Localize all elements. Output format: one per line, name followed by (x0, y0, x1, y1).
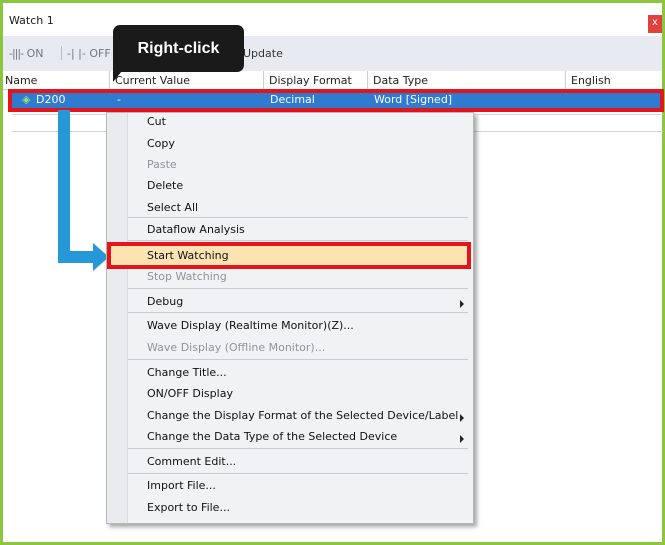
menu-item-onoff-display[interactable]: ON/OFF Display (147, 387, 233, 400)
menu-item-wave-offline[interactable]: Wave Display (Offline Monitor)... (147, 341, 325, 354)
column-divider (367, 71, 368, 89)
force-off-label: OFF (89, 47, 111, 60)
update-button[interactable]: Update (243, 47, 283, 60)
submenu-arrow-icon (460, 414, 464, 422)
watch-table-header: Name Current Value Display Format Data T… (3, 71, 662, 90)
menu-item-export-file[interactable]: Export to File... (147, 501, 230, 514)
menu-item-delete[interactable]: Delete (147, 179, 183, 192)
menu-items: Cut Copy Paste Delete Select All Dataflo… (106, 112, 472, 522)
column-english[interactable]: English (571, 74, 611, 87)
menu-item-wave-realtime[interactable]: Wave Display (Realtime Monitor)(Z)... (147, 319, 354, 332)
menu-item-paste[interactable]: Paste (147, 158, 177, 171)
menu-item-comment-edit[interactable]: Comment Edit... (147, 455, 236, 468)
toolbar: -|||- ON -| |- OFF Update (3, 36, 662, 72)
close-icon[interactable]: x (648, 15, 662, 33)
column-divider (263, 71, 264, 89)
contact-on-icon: -|||- (9, 47, 24, 60)
menu-item-cut[interactable]: Cut (147, 115, 166, 128)
force-on-label: ON (26, 47, 44, 60)
submenu-arrow-icon (460, 435, 464, 443)
column-display-format[interactable]: Display Format (269, 74, 352, 87)
arrow-shaft-horizontal (58, 251, 96, 263)
menu-separator (128, 359, 468, 360)
menu-item-select-all[interactable]: Select All (147, 201, 198, 214)
menu-separator (128, 288, 468, 289)
arrow-shaft-vertical (58, 110, 70, 260)
menu-separator (128, 240, 468, 241)
right-click-callout: Right-click (113, 25, 244, 72)
menu-item-copy[interactable]: Copy (147, 137, 175, 150)
menu-item-stop-watching[interactable]: Stop Watching (147, 270, 227, 283)
menu-item-change-title[interactable]: Change Title... (147, 366, 227, 379)
submenu-arrow-icon (460, 300, 464, 308)
force-off-button[interactable]: -| |- OFF (67, 47, 111, 60)
contact-off-icon: -| |- (67, 47, 86, 60)
menu-separator (128, 473, 468, 474)
force-on-button[interactable]: -|||- ON (9, 47, 43, 60)
menu-item-import-file[interactable]: Import File... (147, 479, 216, 492)
menu-separator (128, 448, 468, 449)
menu-item-change-data-type[interactable]: Change the Data Type of the Selected Dev… (147, 430, 397, 443)
column-divider (565, 71, 566, 89)
menu-item-debug[interactable]: Debug (147, 295, 183, 308)
window-titlebar: Watch 1 x (3, 3, 662, 36)
menu-separator (128, 312, 468, 313)
column-name[interactable]: Name (5, 74, 37, 87)
start-watching-highlight-box (107, 242, 471, 269)
menu-item-change-display-format[interactable]: Change the Display Format of the Selecte… (147, 409, 458, 422)
toolbar-separator (61, 46, 62, 60)
window-title: Watch 1 (9, 14, 54, 27)
row-highlight-box (8, 89, 664, 112)
column-data-type[interactable]: Data Type (373, 74, 428, 87)
menu-item-dataflow-analysis[interactable]: Dataflow Analysis (147, 223, 245, 236)
menu-separator (128, 217, 468, 218)
column-divider (109, 71, 110, 89)
